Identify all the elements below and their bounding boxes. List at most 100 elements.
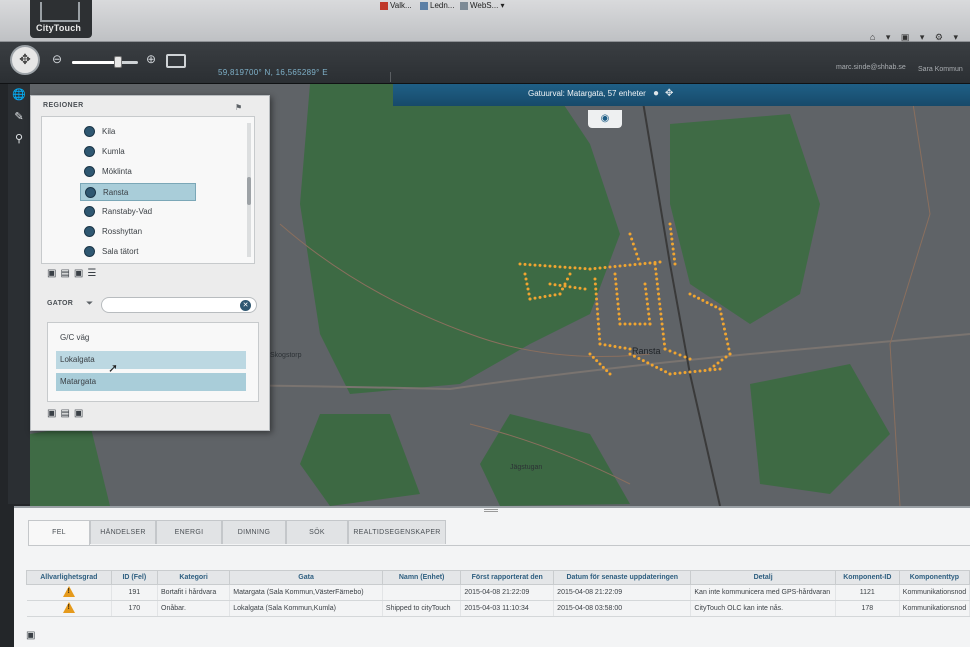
lamp-marker[interactable] xyxy=(613,272,617,276)
lamp-marker[interactable] xyxy=(528,297,532,301)
lamp-marker[interactable] xyxy=(668,349,672,353)
lamp-marker[interactable] xyxy=(608,265,612,269)
lamp-marker[interactable] xyxy=(613,265,617,268)
lamp-marker[interactable] xyxy=(726,342,730,346)
edit-icon[interactable]: ✎ xyxy=(8,106,30,128)
lamp-marker[interactable] xyxy=(558,292,562,296)
export-icon[interactable]: ▣ xyxy=(26,630,35,641)
lamp-marker[interactable] xyxy=(608,372,612,376)
lamp-marker[interactable] xyxy=(638,262,642,266)
lamp-marker[interactable] xyxy=(701,298,705,302)
street-actions[interactable]: ▣▤▣ xyxy=(47,408,87,419)
lamp-marker[interactable] xyxy=(671,242,674,246)
lamp-marker[interactable] xyxy=(623,322,627,326)
regions-scrollbar[interactable] xyxy=(247,123,251,257)
lamp-marker[interactable] xyxy=(618,345,622,349)
lamp-marker[interactable] xyxy=(616,297,619,301)
lamp-marker[interactable] xyxy=(596,322,600,326)
lamp-marker[interactable] xyxy=(553,293,557,297)
account-link[interactable]: Sara Kommun xyxy=(918,66,963,73)
lamp-marker[interactable] xyxy=(654,267,658,271)
flag-icon[interactable]: ⚑ xyxy=(235,103,242,112)
lamp-marker[interactable] xyxy=(727,347,731,351)
lamp-marker[interactable] xyxy=(533,296,537,300)
lamp-marker[interactable] xyxy=(598,266,602,270)
lamp-marker[interactable] xyxy=(553,283,557,287)
lamp-marker[interactable] xyxy=(618,317,621,321)
region-item[interactable]: Möklinta xyxy=(80,163,196,181)
lamp-marker[interactable] xyxy=(583,287,587,291)
lamp-marker[interactable] xyxy=(614,277,617,281)
region-item[interactable]: Rosshyttan xyxy=(80,223,196,241)
lamp-marker[interactable] xyxy=(646,307,650,311)
lamp-marker[interactable] xyxy=(720,317,724,321)
lamp-marker[interactable] xyxy=(548,282,552,286)
region-item[interactable]: Ranstaby-Vad xyxy=(80,203,196,221)
lamp-marker[interactable] xyxy=(596,317,600,321)
tab-fel[interactable]: FEL xyxy=(28,520,90,546)
lamp-marker[interactable] xyxy=(635,252,639,256)
region-item[interactable]: Sala tätort xyxy=(80,243,196,261)
lamp-marker[interactable] xyxy=(668,222,672,226)
lamp-marker[interactable] xyxy=(653,262,657,266)
lamp-marker[interactable] xyxy=(595,302,599,306)
lamp-marker[interactable] xyxy=(527,292,531,296)
lamp-marker[interactable] xyxy=(643,262,647,265)
lamp-marker[interactable] xyxy=(662,337,666,341)
lamp-marker[interactable] xyxy=(693,370,697,373)
lamp-marker[interactable] xyxy=(648,322,652,326)
lamp-marker[interactable] xyxy=(518,262,522,266)
lamp-marker[interactable] xyxy=(538,295,542,299)
selection-actions[interactable]: ●✥ xyxy=(653,88,679,99)
lamp-marker[interactable] xyxy=(598,342,602,346)
lamp-marker[interactable] xyxy=(669,232,673,236)
lamp-marker[interactable] xyxy=(595,359,599,363)
lamp-marker[interactable] xyxy=(633,322,637,326)
region-actions[interactable]: ▣▤▣☰ xyxy=(47,268,100,279)
lamp-marker[interactable] xyxy=(664,370,668,374)
lamp-marker[interactable] xyxy=(659,312,663,316)
lamp-marker[interactable] xyxy=(588,352,592,356)
measure-icon[interactable]: ⚲ xyxy=(8,128,30,150)
lamp-marker[interactable] xyxy=(728,352,732,356)
lamp-marker[interactable] xyxy=(669,227,673,231)
lamp-marker[interactable] xyxy=(683,355,687,359)
lamp-marker[interactable] xyxy=(614,282,618,286)
lamp-marker[interactable] xyxy=(673,262,677,266)
lamp-marker[interactable] xyxy=(673,372,677,375)
lamp-marker[interactable] xyxy=(698,369,702,373)
column-header[interactable]: Allvarlighetsgrad xyxy=(26,570,112,585)
lamp-marker[interactable] xyxy=(643,322,647,326)
column-header[interactable]: ID (Fel) xyxy=(110,570,159,585)
lamp-marker[interactable] xyxy=(543,264,547,268)
lamp-marker[interactable] xyxy=(605,369,609,373)
lamp-marker[interactable] xyxy=(725,337,729,341)
lamp-marker[interactable] xyxy=(721,322,725,326)
fullscreen-icon[interactable] xyxy=(166,54,186,68)
lamp-marker[interactable] xyxy=(661,332,665,336)
lamp-marker[interactable] xyxy=(568,272,572,276)
lamp-marker[interactable] xyxy=(633,247,637,251)
column-header[interactable]: Gata xyxy=(229,570,383,585)
lamp-marker[interactable] xyxy=(661,327,665,331)
lamp-marker[interactable] xyxy=(630,237,634,241)
lamp-marker[interactable] xyxy=(628,263,632,267)
lamp-marker[interactable] xyxy=(524,277,528,281)
tab-energi[interactable]: ENERGI xyxy=(156,520,222,544)
lamp-marker[interactable] xyxy=(603,266,607,269)
move-icon[interactable]: ✥ xyxy=(665,88,679,99)
lamp-marker[interactable] xyxy=(593,282,597,286)
lamp-marker[interactable] xyxy=(596,312,600,316)
lamp-marker[interactable] xyxy=(523,272,527,276)
lamp-marker[interactable] xyxy=(716,361,720,365)
lamp-marker[interactable] xyxy=(708,368,712,372)
scrollbar-thumb[interactable] xyxy=(247,177,251,205)
lamp-marker[interactable] xyxy=(646,302,649,306)
lamp-marker[interactable] xyxy=(703,369,707,372)
lamp-marker[interactable] xyxy=(548,294,552,298)
region-item[interactable]: Kila xyxy=(80,123,196,141)
lamp-marker[interactable] xyxy=(597,327,601,331)
lamp-marker[interactable] xyxy=(603,343,607,347)
zoom-slider[interactable] xyxy=(72,56,138,68)
filter-icon[interactable]: ⏷ xyxy=(86,298,93,309)
